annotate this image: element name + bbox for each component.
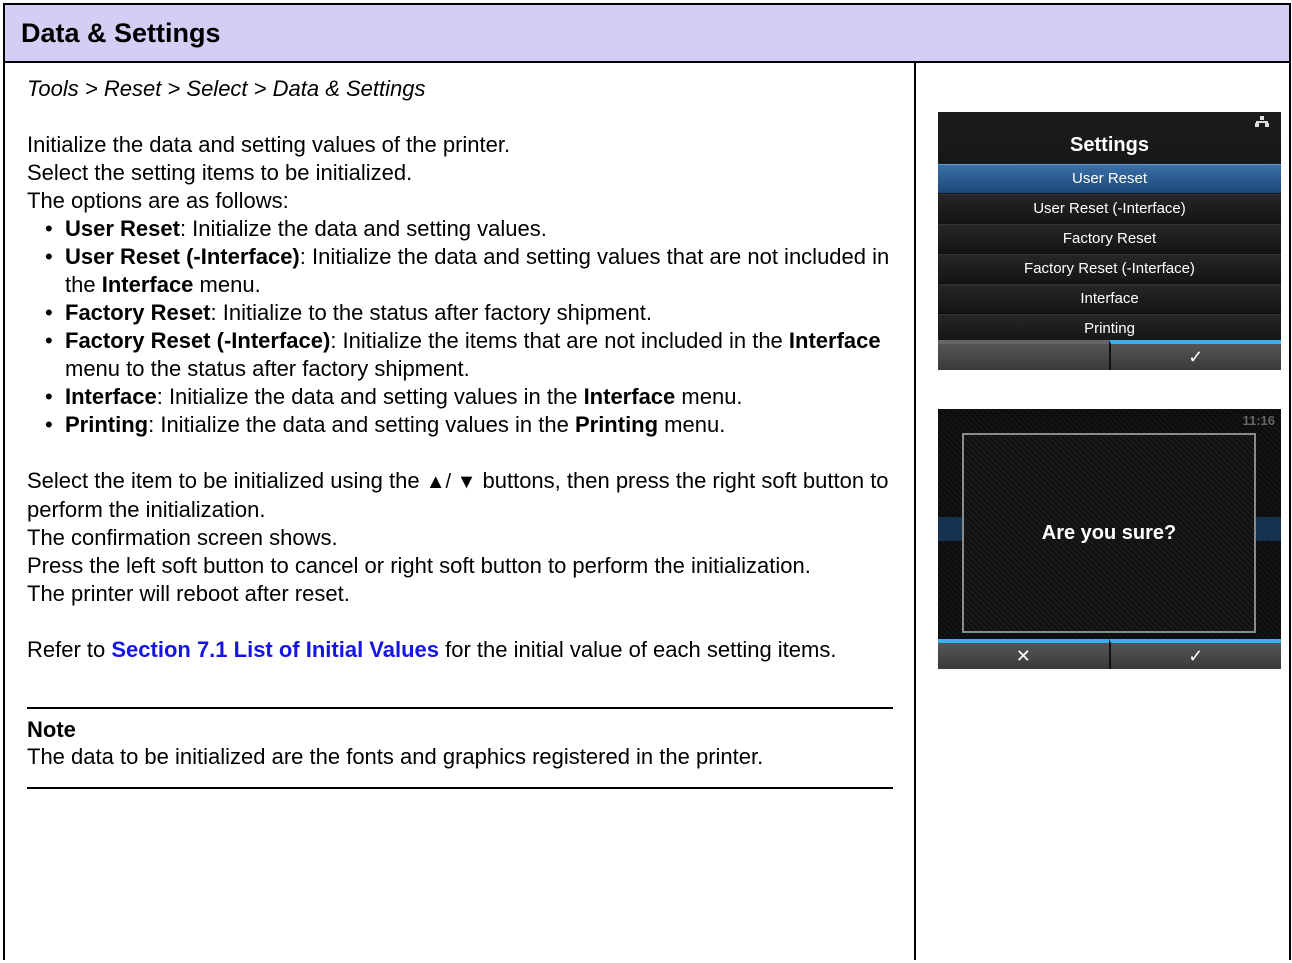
list-item: User Reset: Initialize the data and sett…: [45, 215, 914, 243]
list-item[interactable]: User Reset: [938, 164, 1281, 193]
press-text: Press the left soft button to cancel or …: [27, 553, 811, 578]
intro-line: Select the setting items to be initializ…: [27, 160, 413, 185]
network-icon: [1255, 116, 1269, 127]
list-item: Factory Reset: Initialize to the status …: [45, 299, 914, 327]
list-item[interactable]: Factory Reset (-Interface): [938, 254, 1281, 283]
select-instruction: Select the item to be initialized using …: [27, 468, 889, 522]
description-column: Tools > Reset > Select > Data & Settings…: [5, 63, 916, 960]
reboot-text: The printer will reboot after reset.: [27, 581, 350, 606]
up-down-arrows-icon: ▲/ ▼: [425, 471, 477, 493]
printer-screen-confirm: 11:16 Are you sure? ✕ ✓: [938, 409, 1281, 669]
page-title: Data & Settings: [21, 17, 221, 48]
note-title: Note: [27, 717, 76, 742]
intro-line: The options are as follows:: [27, 188, 289, 213]
dialog-message: Are you sure?: [1041, 521, 1177, 544]
confirm-text: The confirmation screen shows.: [27, 525, 338, 550]
settings-list: User Reset User Reset (-Interface) Facto…: [938, 164, 1281, 344]
note-text: The data to be initialized are the fonts…: [27, 744, 764, 769]
document-frame: Data & Settings Tools > Reset > Select >…: [3, 3, 1291, 960]
breadcrumb: Tools > Reset > Select > Data & Settings: [27, 76, 426, 101]
list-item[interactable]: User Reset (-Interface): [938, 194, 1281, 223]
content-area: Tools > Reset > Select > Data & Settings…: [5, 63, 1289, 960]
check-icon: ✓: [1188, 346, 1204, 367]
options-list: User Reset: Initialize the data and sett…: [45, 215, 914, 439]
printer-screen-settings: Settings User Reset User Reset (-Interfa…: [938, 112, 1281, 370]
soft-button-bar: ✕ ✓: [938, 639, 1281, 669]
intro-line: Initialize the data and setting values o…: [27, 132, 511, 157]
note-box: Note The data to be initialized are the …: [27, 707, 893, 789]
list-item: User Reset (-Interface): Initialize the …: [45, 243, 914, 299]
list-item[interactable]: Interface: [938, 284, 1281, 313]
list-item[interactable]: Factory Reset: [938, 224, 1281, 253]
soft-button-bar: ✓: [938, 340, 1281, 370]
section-header: Data & Settings: [5, 5, 1289, 63]
confirm-soft-button[interactable]: ✓: [1108, 639, 1281, 669]
cancel-soft-button[interactable]: ✕: [938, 639, 1109, 669]
list-item: Factory Reset (-Interface): Initialize t…: [45, 327, 914, 383]
list-item: Printing: Initialize the data and settin…: [45, 411, 914, 439]
refer-text: Refer to Section 7.1 List of Initial Val…: [27, 637, 837, 662]
left-soft-button[interactable]: [938, 340, 1109, 370]
check-icon: ✓: [1188, 645, 1204, 666]
screenshot-column: Settings User Reset User Reset (-Interfa…: [916, 63, 1289, 960]
list-item: Interface: Initialize the data and setti…: [45, 383, 914, 411]
clock-time: 11:16: [1242, 413, 1275, 428]
section-link[interactable]: Section 7.1 List of Initial Values: [111, 637, 439, 662]
right-soft-button[interactable]: ✓: [1108, 340, 1281, 370]
confirm-dialog: Are you sure?: [962, 433, 1256, 633]
list-item[interactable]: Printing: [938, 314, 1281, 343]
close-icon: ✕: [1015, 645, 1031, 666]
screen-title: Settings: [1070, 134, 1149, 156]
